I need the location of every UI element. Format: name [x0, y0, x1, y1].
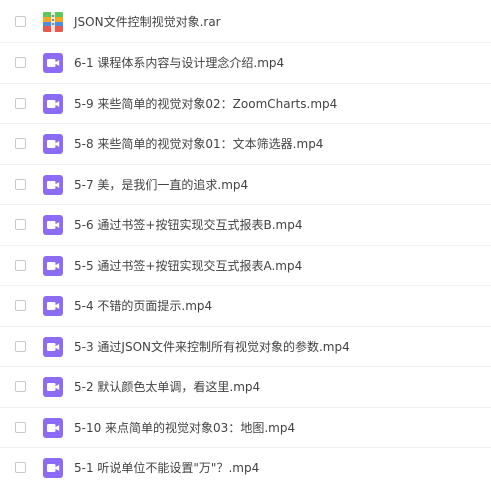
- select-checkbox[interactable]: [15, 300, 26, 311]
- file-name[interactable]: 6-1 课程体系内容与设计理念介绍.mp4: [74, 55, 284, 71]
- row-divider: [0, 164, 491, 165]
- file-name[interactable]: 5-8 来些简单的视觉对象01：文本筛选器.mp4: [74, 136, 323, 152]
- file-row[interactable]: 5-8 来些简单的视觉对象01：文本筛选器.mp4: [0, 124, 491, 164]
- video-icon: [43, 53, 63, 73]
- row-divider: [0, 366, 491, 367]
- archive-icon: [43, 12, 63, 32]
- file-row[interactable]: 5-7 美，是我们一直的追求.mp4: [0, 165, 491, 205]
- file-row[interactable]: 5-6 通过书签+按钮实现交互式报表B.mp4: [0, 205, 491, 245]
- select-checkbox[interactable]: [15, 341, 26, 352]
- select-checkbox[interactable]: [15, 98, 26, 109]
- file-row[interactable]: 5-10 来点简单的视觉对象03：地图.mp4: [0, 408, 491, 448]
- row-divider: [0, 123, 491, 124]
- file-list: JSON文件控制视觉对象.rar 6-1 课程体系内容与设计理念介绍.mp4 5-9…: [0, 0, 491, 487]
- video-icon: [43, 296, 63, 316]
- file-name[interactable]: 5-5 通过书签+按钮实现交互式报表A.mp4: [74, 258, 302, 274]
- row-divider: [0, 83, 491, 84]
- file-name[interactable]: 5-10 来点简单的视觉对象03：地图.mp4: [74, 420, 295, 436]
- file-name[interactable]: 5-2 默认颜色太单调，看这里.mp4: [74, 379, 260, 395]
- video-icon: [43, 256, 63, 276]
- select-checkbox[interactable]: [15, 138, 26, 149]
- row-divider: [0, 245, 491, 246]
- select-checkbox[interactable]: [15, 179, 26, 190]
- row-divider: [0, 447, 491, 448]
- file-row[interactable]: 6-1 课程体系内容与设计理念介绍.mp4: [0, 43, 491, 83]
- select-checkbox[interactable]: [15, 219, 26, 230]
- file-row[interactable]: 5-5 通过书签+按钮实现交互式报表A.mp4: [0, 246, 491, 286]
- row-divider: [0, 204, 491, 205]
- select-checkbox[interactable]: [15, 462, 26, 473]
- video-icon: [43, 134, 63, 154]
- video-icon: [43, 458, 63, 478]
- file-row[interactable]: JSON文件控制视觉对象.rar: [0, 2, 491, 42]
- file-row[interactable]: 5-9 来些简单的视觉对象02：ZoomCharts.mp4: [0, 84, 491, 124]
- video-icon: [43, 377, 63, 397]
- file-name[interactable]: 5-3 通过JSON文件来控制所有视觉对象的参数.mp4: [74, 339, 350, 355]
- file-row[interactable]: 5-2 默认颜色太单调，看这里.mp4: [0, 367, 491, 407]
- row-divider: [0, 407, 491, 408]
- file-name[interactable]: JSON文件控制视觉对象.rar: [74, 14, 221, 30]
- select-checkbox[interactable]: [15, 16, 26, 27]
- file-name[interactable]: 5-4 不错的页面提示.mp4: [74, 298, 212, 314]
- row-divider: [0, 285, 491, 286]
- file-name[interactable]: 5-7 美，是我们一直的追求.mp4: [74, 177, 248, 193]
- video-icon: [43, 94, 63, 114]
- row-divider: [0, 326, 491, 327]
- file-row[interactable]: 5-1 听说单位不能设置"万"？.mp4: [0, 448, 491, 488]
- file-row[interactable]: 5-4 不错的页面提示.mp4: [0, 286, 491, 326]
- video-icon: [43, 337, 63, 357]
- video-icon: [43, 418, 63, 438]
- video-icon: [43, 175, 63, 195]
- file-name[interactable]: 5-1 听说单位不能设置"万"？.mp4: [74, 460, 259, 476]
- file-name[interactable]: 5-9 来些简单的视觉对象02：ZoomCharts.mp4: [74, 96, 337, 112]
- select-checkbox[interactable]: [15, 381, 26, 392]
- select-checkbox[interactable]: [15, 57, 26, 68]
- video-icon: [43, 215, 63, 235]
- row-divider: [0, 42, 491, 43]
- file-name[interactable]: 5-6 通过书签+按钮实现交互式报表B.mp4: [74, 217, 302, 233]
- select-checkbox[interactable]: [15, 260, 26, 271]
- file-row[interactable]: 5-3 通过JSON文件来控制所有视觉对象的参数.mp4: [0, 327, 491, 367]
- select-checkbox[interactable]: [15, 422, 26, 433]
